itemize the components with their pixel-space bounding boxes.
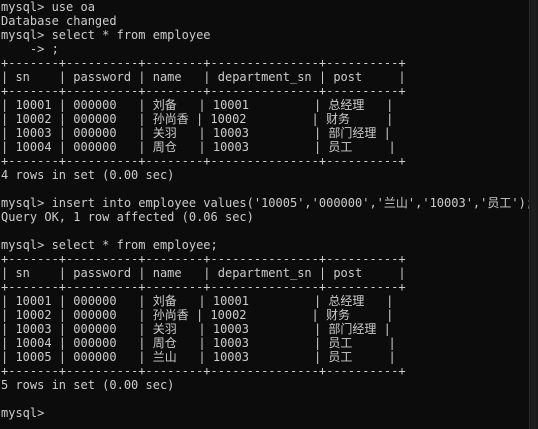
table-row: | 10002 | 000000 | 孙尚香 | 10002 | 财务 | (1, 308, 394, 322)
terminal-window[interactable]: mysql> use oa Database changed mysql> sele… (0, 0, 530, 429)
table-row: | 10005 | 000000 | 兰山 | 10003 | 员工 | (1, 350, 396, 364)
command-line: mysql> select * from employee (1, 28, 211, 42)
output-line: Database changed (1, 14, 117, 28)
command-line: mysql> use oa (1, 0, 95, 14)
table-row: | 10002 | 000000 | 孙尚香 | 10002 | 财务 | (1, 112, 394, 126)
table-row: | 10001 | 000000 | 刘备 | 10001 | 总经理 | (1, 294, 394, 308)
table-row: | 10003 | 000000 | 关羽 | 10003 | 部门经理 | (1, 126, 391, 140)
table-border-line: +-------+----------+--------+-----------… (1, 84, 406, 98)
table-row: | 10003 | 000000 | 关羽 | 10003 | 部门经理 | (1, 322, 391, 336)
table-border-line: +-------+----------+--------+-----------… (1, 280, 406, 294)
command-line: mysql> select * from employee; (1, 238, 218, 252)
output-line: 5 rows in set (0.00 sec) (1, 378, 175, 392)
table-row: | 10004 | 000000 | 周仓 | 10003 | 员工 | (1, 336, 396, 350)
table-border-line: +-------+----------+--------+-----------… (1, 154, 406, 168)
output-line: Query OK, 1 row affected (0.06 sec) (1, 210, 254, 224)
command-line: mysql> insert into employee values('1000… (1, 196, 530, 210)
table-row: | 10004 | 000000 | 周仓 | 10003 | 员工 | (1, 140, 396, 154)
output-line: -> ; (1, 42, 59, 56)
command-line[interactable]: mysql> (1, 406, 59, 420)
text-cursor (52, 407, 59, 419)
table-border-line: +-------+----------+--------+-----------… (1, 364, 406, 378)
output-line: 4 rows in set (0.00 sec) (1, 168, 175, 182)
table-row: | sn | password | name | department_sn |… (1, 70, 406, 84)
table-border-line: +-------+----------+--------+-----------… (1, 56, 406, 70)
table-row: | 10001 | 000000 | 刘备 | 10001 | 总经理 | (1, 98, 394, 112)
scrollbar-thumb[interactable] (531, 0, 537, 429)
vertical-scrollbar[interactable] (529, 0, 538, 429)
table-border-line: +-------+----------+--------+-----------… (1, 252, 406, 266)
table-row: | sn | password | name | department_sn |… (1, 266, 406, 280)
